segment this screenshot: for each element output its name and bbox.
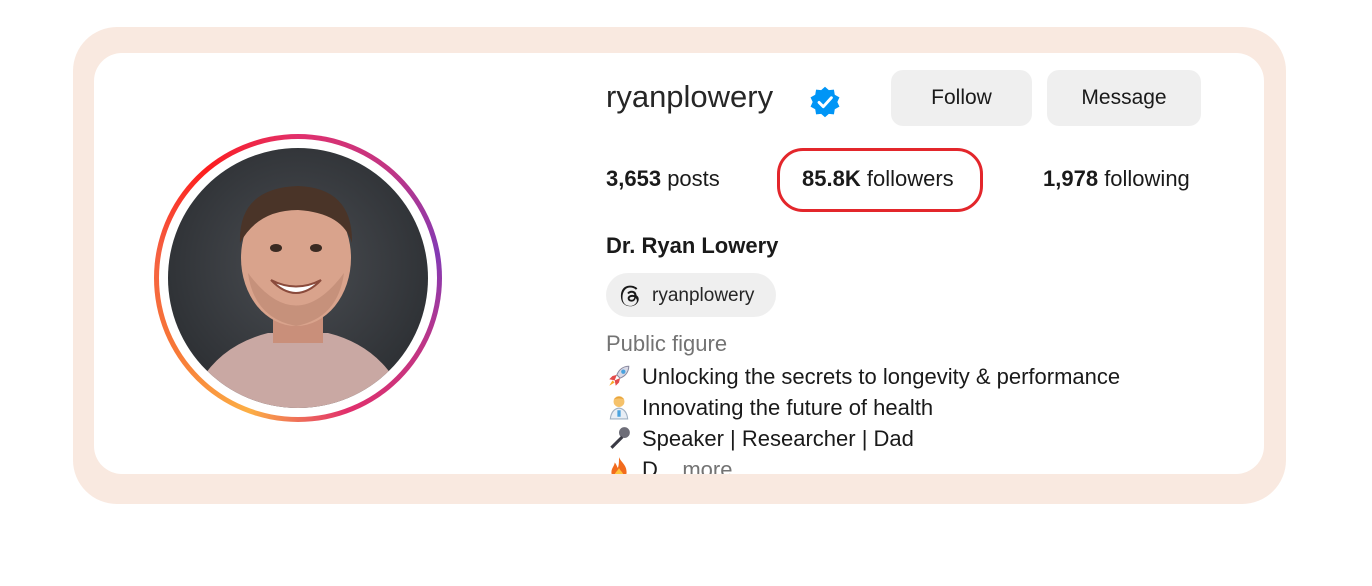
scientist-emoji-icon — [609, 396, 629, 420]
more-link[interactable]: more — [682, 457, 732, 474]
threads-badge[interactable]: ryanplowery — [606, 273, 776, 317]
fire-emoji-icon — [611, 457, 627, 474]
rocket-emoji-icon — [609, 365, 630, 386]
verified-badge-icon — [810, 86, 840, 118]
microphone-emoji-icon — [610, 427, 630, 449]
follow-button[interactable]: Follow — [891, 70, 1032, 126]
followers-highlight — [777, 148, 983, 212]
bio-line: D... more — [606, 456, 732, 474]
following-link[interactable]: 1,978 following — [1043, 166, 1190, 192]
bio-line: Speaker | Researcher | Dad — [606, 425, 914, 452]
message-button[interactable]: Message — [1047, 70, 1201, 126]
threads-handle: ryanplowery — [652, 285, 755, 306]
username: ryanplowery — [606, 79, 774, 114]
full-name: Dr. Ryan Lowery — [606, 233, 779, 258]
profile-card: ryanplowery Follow Message 3,653 posts 8… — [94, 53, 1264, 474]
avatar[interactable] — [168, 148, 428, 408]
posts-count: 3,653 posts — [606, 166, 720, 191]
category-label: Public figure — [606, 331, 728, 356]
bio-line: Innovating the future of health — [606, 394, 933, 421]
bio-line: Unlocking the secrets to longevity & per… — [606, 363, 1120, 390]
threads-icon — [620, 285, 639, 307]
story-ring[interactable] — [154, 134, 442, 422]
